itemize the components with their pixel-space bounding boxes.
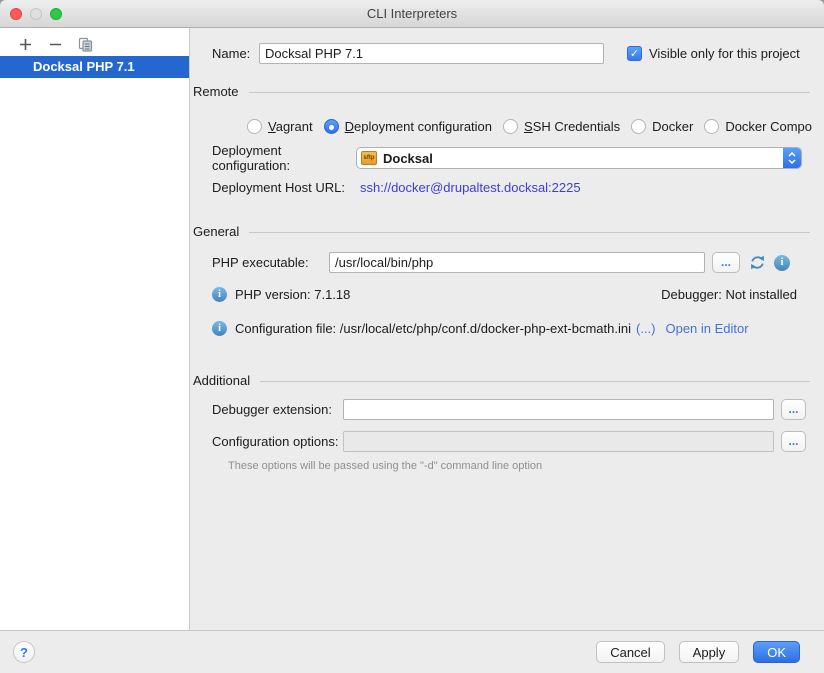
options-hint-row: These options will be passed using the "… <box>228 459 802 473</box>
remote-section-separator: Remote <box>193 84 810 98</box>
php-version-text: PHP version: 7.1.18 <box>235 287 350 302</box>
cli-interpreters-dialog: CLI Interpreters Docksal <box>0 0 824 673</box>
dialog-body: Docksal PHP 7.1 Name: ✓ Visible only for… <box>0 28 824 630</box>
additional-section-label: Additional <box>193 373 250 388</box>
interpreter-list-item[interactable]: Docksal PHP 7.1 <box>0 56 189 78</box>
separator-line <box>260 381 810 382</box>
separator-line <box>249 92 810 93</box>
radio-deployment-configuration[interactable]: Deployment configuration <box>324 119 492 134</box>
interpreter-list-toolbar <box>0 28 189 56</box>
configuration-file-more-link[interactable]: (...) <box>636 321 656 336</box>
php-executable-browse-button[interactable]: ... <box>712 252 740 273</box>
reload-phpinfo-button[interactable] <box>749 254 766 271</box>
footer-buttons: Cancel Apply OK <box>596 641 800 663</box>
configuration-file-text: Configuration file: /usr/local/etc/php/c… <box>235 321 631 336</box>
add-interpreter-button[interactable] <box>17 36 33 52</box>
remote-section-label: Remote <box>193 84 239 99</box>
deployment-configuration-select[interactable]: sftp Docksal <box>356 147 802 169</box>
copy-icon <box>78 37 93 52</box>
refresh-icon <box>749 254 766 271</box>
copy-interpreter-button[interactable] <box>77 36 93 52</box>
visible-project-checkbox-label: Visible only for this project <box>649 46 800 61</box>
name-row: Name: ✓ Visible only for this project <box>212 43 802 64</box>
ok-button[interactable]: OK <box>753 641 800 663</box>
configuration-options-browse-button[interactable]: ... <box>781 431 806 452</box>
remote-type-radio-row: Vagrant Deployment configuration SSH Cre… <box>247 118 824 135</box>
additional-section-separator: Additional <box>193 373 810 387</box>
deployment-host-url-link[interactable]: ssh://docker@drupaltest.docksal:2225 <box>360 180 581 195</box>
radio-button-icon[interactable] <box>324 119 339 134</box>
debugger-extension-input[interactable] <box>343 399 774 420</box>
apply-button[interactable]: Apply <box>679 641 740 663</box>
radio-docker-compose[interactable]: Docker Compo <box>704 119 812 134</box>
php-version-row: i PHP version: 7.1.18 Debugger: Not inst… <box>212 286 797 302</box>
general-section-label: General <box>193 224 239 239</box>
radio-ssh-credentials[interactable]: SSH Credentials <box>503 119 620 134</box>
close-window-button[interactable] <box>10 8 22 20</box>
radio-vagrant[interactable]: Vagrant <box>247 119 313 134</box>
interpreter-list-panel: Docksal PHP 7.1 <box>0 28 190 630</box>
help-button[interactable]: ? <box>13 641 35 663</box>
php-executable-label: PHP executable: <box>212 255 329 270</box>
php-executable-row: PHP executable: ... i <box>212 252 790 273</box>
separator-line <box>249 232 810 233</box>
zoom-window-button[interactable] <box>50 8 62 20</box>
general-section-separator: General <box>193 224 810 238</box>
interpreter-settings-panel: Name: ✓ Visible only for this project Re… <box>190 28 824 630</box>
minus-icon <box>49 38 62 51</box>
radio-docker[interactable]: Docker <box>631 119 693 134</box>
minimize-window-button <box>30 8 42 20</box>
deployment-host-url-row: Deployment Host URL: ssh://docker@drupal… <box>212 179 802 195</box>
configuration-options-input <box>343 431 774 452</box>
combo-stepper[interactable] <box>783 148 801 168</box>
name-input[interactable] <box>259 43 604 64</box>
remove-interpreter-button[interactable] <box>47 36 63 52</box>
checkbox-checked-icon[interactable]: ✓ <box>627 46 642 61</box>
info-icon: i <box>212 287 227 302</box>
radio-button-icon[interactable] <box>631 119 646 134</box>
configuration-options-row: Configuration options: ... <box>212 431 806 452</box>
cancel-button[interactable]: Cancel <box>596 641 664 663</box>
deployment-configuration-label: Deployment configuration: <box>212 143 356 173</box>
deployment-host-url-label: Deployment Host URL: <box>212 180 356 195</box>
visible-project-checkbox-group[interactable]: ✓ Visible only for this project <box>627 46 800 61</box>
dialog-footer: ? Cancel Apply OK <box>0 630 824 673</box>
sftp-server-icon: sftp <box>361 151 377 165</box>
radio-button-icon[interactable] <box>704 119 719 134</box>
configuration-options-label: Configuration options: <box>212 434 343 449</box>
radio-button-icon[interactable] <box>503 119 518 134</box>
titlebar: CLI Interpreters <box>0 0 824 28</box>
deployment-configuration-value: Docksal <box>383 151 433 166</box>
configuration-file-row: i Configuration file: /usr/local/etc/php… <box>212 320 814 336</box>
debugger-extension-browse-button[interactable]: ... <box>781 399 806 420</box>
open-in-editor-link[interactable]: Open in Editor <box>665 321 748 336</box>
debugger-extension-row: Debugger extension: ... <box>212 399 806 420</box>
window-controls <box>10 8 62 20</box>
chevron-down-icon <box>788 159 796 164</box>
name-label: Name: <box>212 46 259 61</box>
radio-button-icon[interactable] <box>247 119 262 134</box>
options-hint-text: These options will be passed using the "… <box>228 460 542 472</box>
deployment-configuration-row: Deployment configuration: sftp Docksal <box>212 147 802 169</box>
window-title: CLI Interpreters <box>367 6 457 21</box>
php-executable-input[interactable] <box>329 252 705 273</box>
chevron-up-icon <box>788 152 796 157</box>
plus-icon <box>19 38 32 51</box>
debugger-status-text: Debugger: Not installed <box>661 287 797 302</box>
info-icon: i <box>212 321 227 336</box>
debugger-extension-label: Debugger extension: <box>212 402 343 417</box>
show-phpinfo-button[interactable]: i <box>774 255 790 271</box>
